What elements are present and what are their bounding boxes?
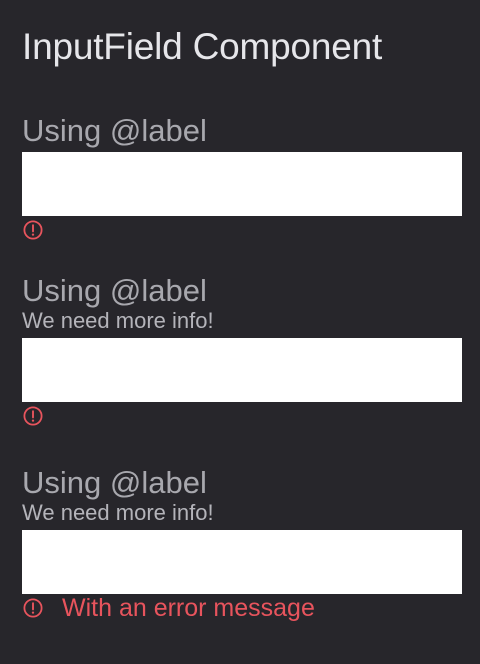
- input-field-1: Using @label: [22, 114, 462, 243]
- field-error: [22, 403, 462, 429]
- page-title: InputField Component: [22, 26, 383, 67]
- field-label: Using @label: [22, 273, 207, 308]
- text-input[interactable]: [22, 338, 462, 402]
- field-error: With an error message: [22, 595, 462, 621]
- alert-circle-icon: [23, 220, 43, 240]
- input-field-2: Using @label We need more info!: [22, 274, 462, 429]
- alert-circle-icon: [23, 406, 43, 426]
- input-field-3: Using @label We need more info! With an …: [22, 466, 462, 621]
- error-message: With an error message: [62, 594, 315, 622]
- field-label: Using @label: [22, 465, 207, 500]
- field-error: [22, 217, 462, 243]
- field-hint: We need more info!: [22, 500, 214, 525]
- text-input[interactable]: [22, 152, 462, 216]
- alert-circle-icon: [23, 598, 43, 618]
- text-input[interactable]: [22, 530, 462, 594]
- field-label: Using @label: [22, 113, 207, 148]
- field-hint: We need more info!: [22, 308, 214, 333]
